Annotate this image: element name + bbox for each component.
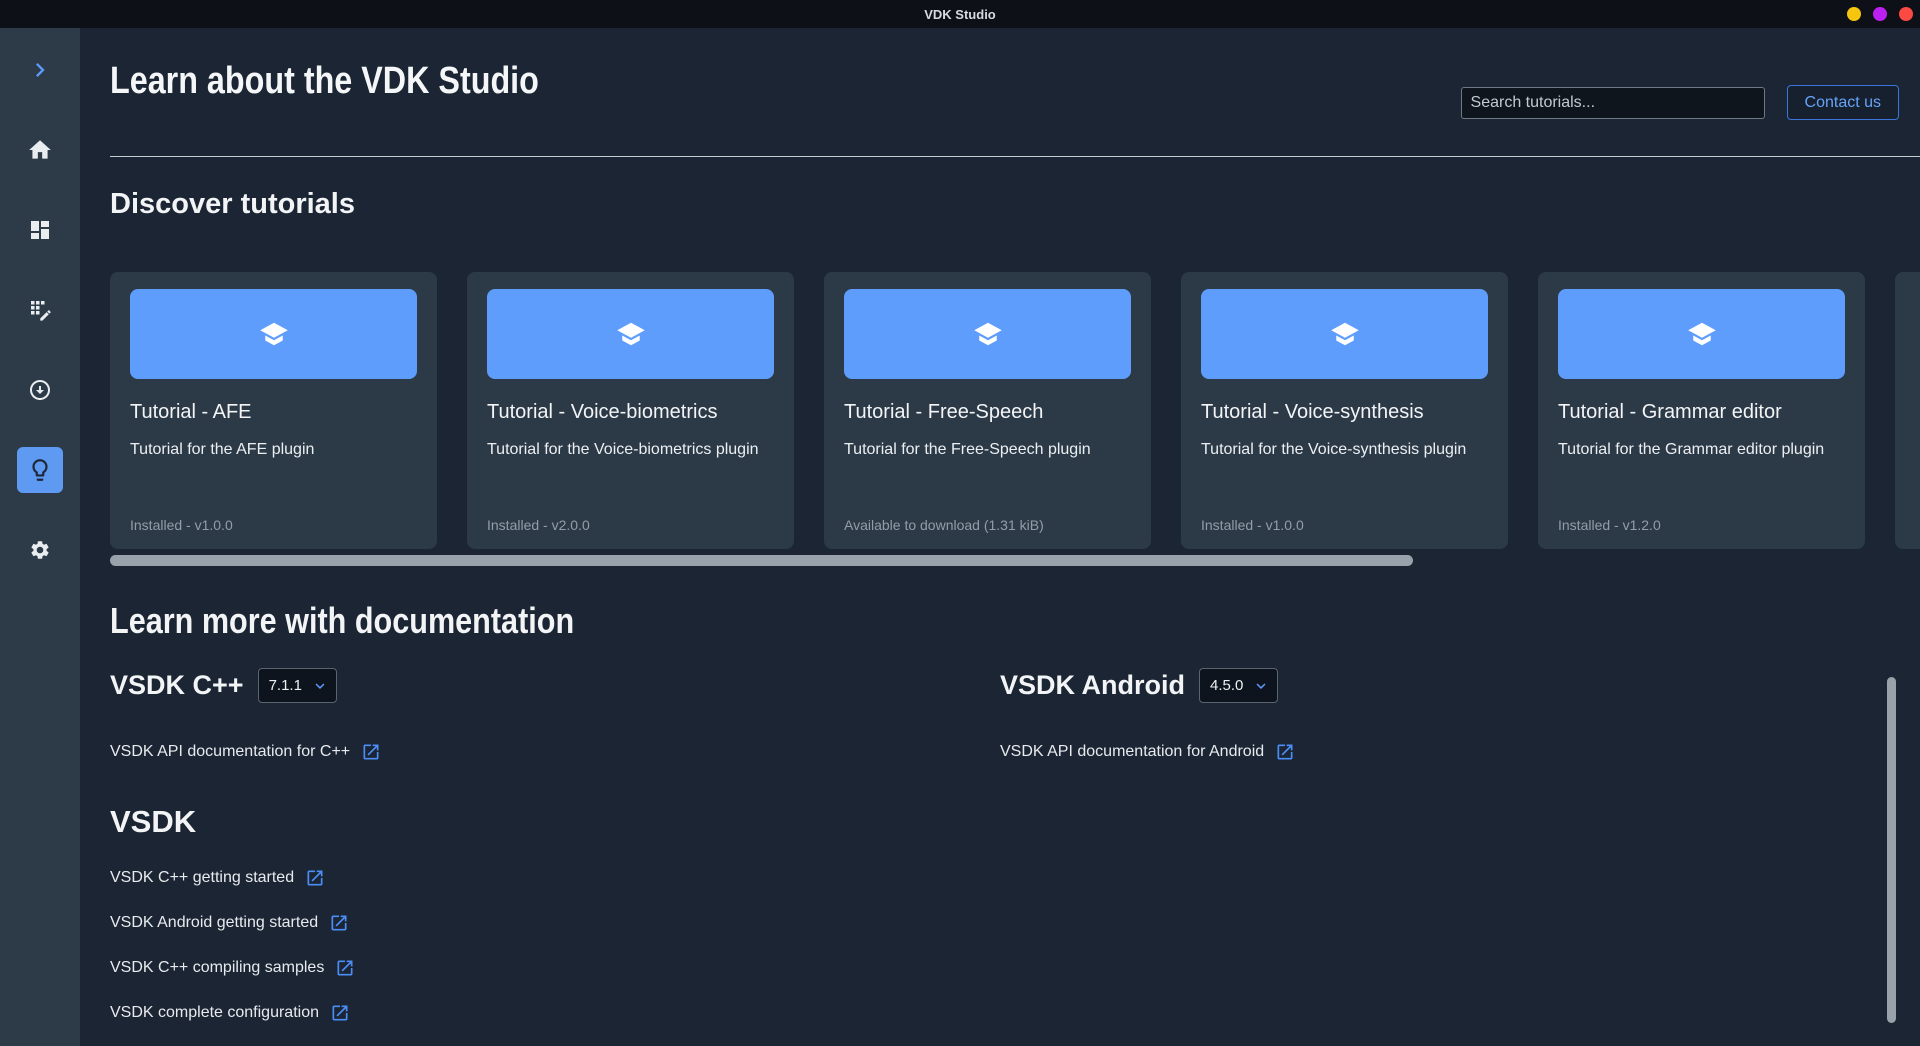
home-icon [27, 137, 53, 163]
open-in-new-icon [305, 868, 325, 888]
lightbulb-icon [27, 457, 53, 483]
sidebar-item-tutorials[interactable] [17, 447, 63, 493]
grid-edit-icon [28, 298, 52, 322]
school-icon [1687, 319, 1717, 349]
dashboard-icon [28, 218, 52, 242]
download-circle-icon [28, 378, 52, 402]
link-label: VSDK C++ compiling samples [110, 959, 324, 977]
vsdk-cpp-api-doc-link[interactable]: VSDK API documentation for C++ [110, 742, 381, 762]
tutorial-status: Installed - v1.2.0 [1558, 517, 1661, 533]
window-title: VDK Studio [924, 7, 996, 22]
page-title: Learn about the VDK Studio [110, 60, 615, 103]
gear-icon [29, 539, 51, 561]
link-label: VSDK Android getting started [110, 914, 318, 932]
open-in-new-icon [335, 958, 355, 978]
school-icon [973, 319, 1003, 349]
tutorial-card-grammar-editor[interactable]: Tutorial - Grammar editor Tutorial for t… [1538, 272, 1865, 549]
tutorial-card-afe[interactable]: Tutorial - AFE Tutorial for the AFE plug… [110, 272, 437, 549]
horizontal-scrollbar-thumb[interactable] [110, 555, 1413, 566]
open-in-new-icon [361, 742, 381, 762]
link-label: VSDK API documentation for Android [1000, 743, 1264, 761]
school-icon [259, 319, 289, 349]
sidebar-item-projects[interactable] [17, 207, 63, 253]
tutorial-cards-row: Tutorial - AFE Tutorial for the AFE plug… [110, 272, 1920, 550]
vsdk-android-heading: VSDK Android [1000, 670, 1185, 701]
main-content: Learn about the VDK Studio Contact us Di… [80, 28, 1920, 1046]
tutorial-banner [130, 289, 417, 379]
tutorial-description: Tutorial for the Free-Speech plugin [844, 441, 1131, 459]
tutorial-card-free-speech[interactable]: Tutorial - Free-Speech Tutorial for the … [824, 272, 1151, 549]
link-label: VSDK complete configuration [110, 1004, 319, 1022]
sidebar-expand-button[interactable] [17, 47, 63, 93]
documentation-heading: Learn more with documentation [110, 600, 656, 642]
vsdk-cpp-getting-started-link[interactable]: VSDK C++ getting started [110, 868, 355, 888]
vsdk-link-list: VSDK C++ getting started VSDK Android ge… [110, 868, 355, 1046]
tutorial-title: Tutorial - Voice-biometrics [487, 401, 774, 424]
tutorial-banner [487, 289, 774, 379]
chevron-down-icon [311, 677, 329, 695]
contact-us-button[interactable]: Contact us [1787, 85, 1899, 120]
chevron-down-icon [1252, 677, 1270, 695]
tutorial-banner [1558, 289, 1845, 379]
window-titlebar: VDK Studio [0, 0, 1920, 28]
tutorial-description: Tutorial for the Grammar editor plugin [1558, 441, 1845, 459]
link-label: VSDK API documentation for C++ [110, 743, 350, 761]
tutorial-banner [1201, 289, 1488, 379]
tutorial-description: Tutorial for the Voice-biometrics plugin [487, 441, 774, 459]
window-minimize-button[interactable] [1847, 7, 1861, 21]
vsdk-cpp-version-value: 7.1.1 [269, 677, 302, 694]
tutorial-title: Tutorial - Voice-synthesis [1201, 401, 1488, 424]
open-in-new-icon [1275, 742, 1295, 762]
school-icon [616, 319, 646, 349]
tutorial-status: Installed - v1.0.0 [130, 517, 233, 533]
tutorial-status: Installed - v2.0.0 [487, 517, 590, 533]
window-controls [1847, 0, 1913, 28]
vsdk-complete-configuration-link[interactable]: VSDK complete configuration [110, 1003, 355, 1023]
sidebar-item-downloads[interactable] [17, 367, 63, 413]
vsdk-cpp-compiling-samples-link[interactable]: VSDK C++ compiling samples [110, 958, 355, 978]
tutorial-title: Tutorial - Free-Speech [844, 401, 1131, 424]
sidebar [0, 28, 80, 1046]
tutorial-title: Tutorial - AFE [130, 401, 417, 424]
school-icon [1330, 319, 1360, 349]
window-close-button[interactable] [1899, 7, 1913, 21]
tutorial-description: Tutorial for the Voice-synthesis plugin [1201, 441, 1488, 459]
vsdk-cpp-heading: VSDK C++ [110, 670, 244, 701]
link-label: VSDK C++ getting started [110, 869, 294, 887]
vsdk-cpp-version-select[interactable]: 7.1.1 [258, 668, 337, 703]
vsdk-android-version-select[interactable]: 4.5.0 [1199, 668, 1278, 703]
tutorial-title: Tutorial - Grammar editor [1558, 401, 1845, 424]
vsdk-android-getting-started-link[interactable]: VSDK Android getting started [110, 913, 355, 933]
tutorial-status: Installed - v1.0.0 [1201, 517, 1304, 533]
tutorial-card-voice-synthesis[interactable]: Tutorial - Voice-synthesis Tutorial for … [1181, 272, 1508, 549]
open-in-new-icon [329, 913, 349, 933]
tutorial-card-voice-biometrics[interactable]: Tutorial - Voice-biometrics Tutorial for… [467, 272, 794, 549]
vsdk-heading: VSDK [110, 804, 196, 840]
vertical-scrollbar-thumb[interactable] [1887, 677, 1896, 1023]
vsdk-android-api-doc-link[interactable]: VSDK API documentation for Android [1000, 742, 1295, 762]
tutorial-card-partial[interactable] [1895, 272, 1920, 549]
sidebar-item-editor[interactable] [17, 287, 63, 333]
window-maximize-button[interactable] [1873, 7, 1887, 21]
search-input[interactable] [1461, 87, 1765, 119]
open-in-new-icon [330, 1003, 350, 1023]
discover-tutorials-heading: Discover tutorials [110, 188, 355, 221]
tutorial-description: Tutorial for the AFE plugin [130, 441, 417, 459]
chevron-right-icon [26, 56, 54, 84]
tutorial-banner [844, 289, 1131, 379]
sidebar-item-home[interactable] [17, 127, 63, 173]
header-divider [110, 156, 1920, 157]
tutorial-status: Available to download (1.31 kiB) [844, 517, 1044, 533]
vsdk-android-version-value: 4.5.0 [1210, 677, 1243, 694]
sidebar-item-settings[interactable] [17, 527, 63, 573]
